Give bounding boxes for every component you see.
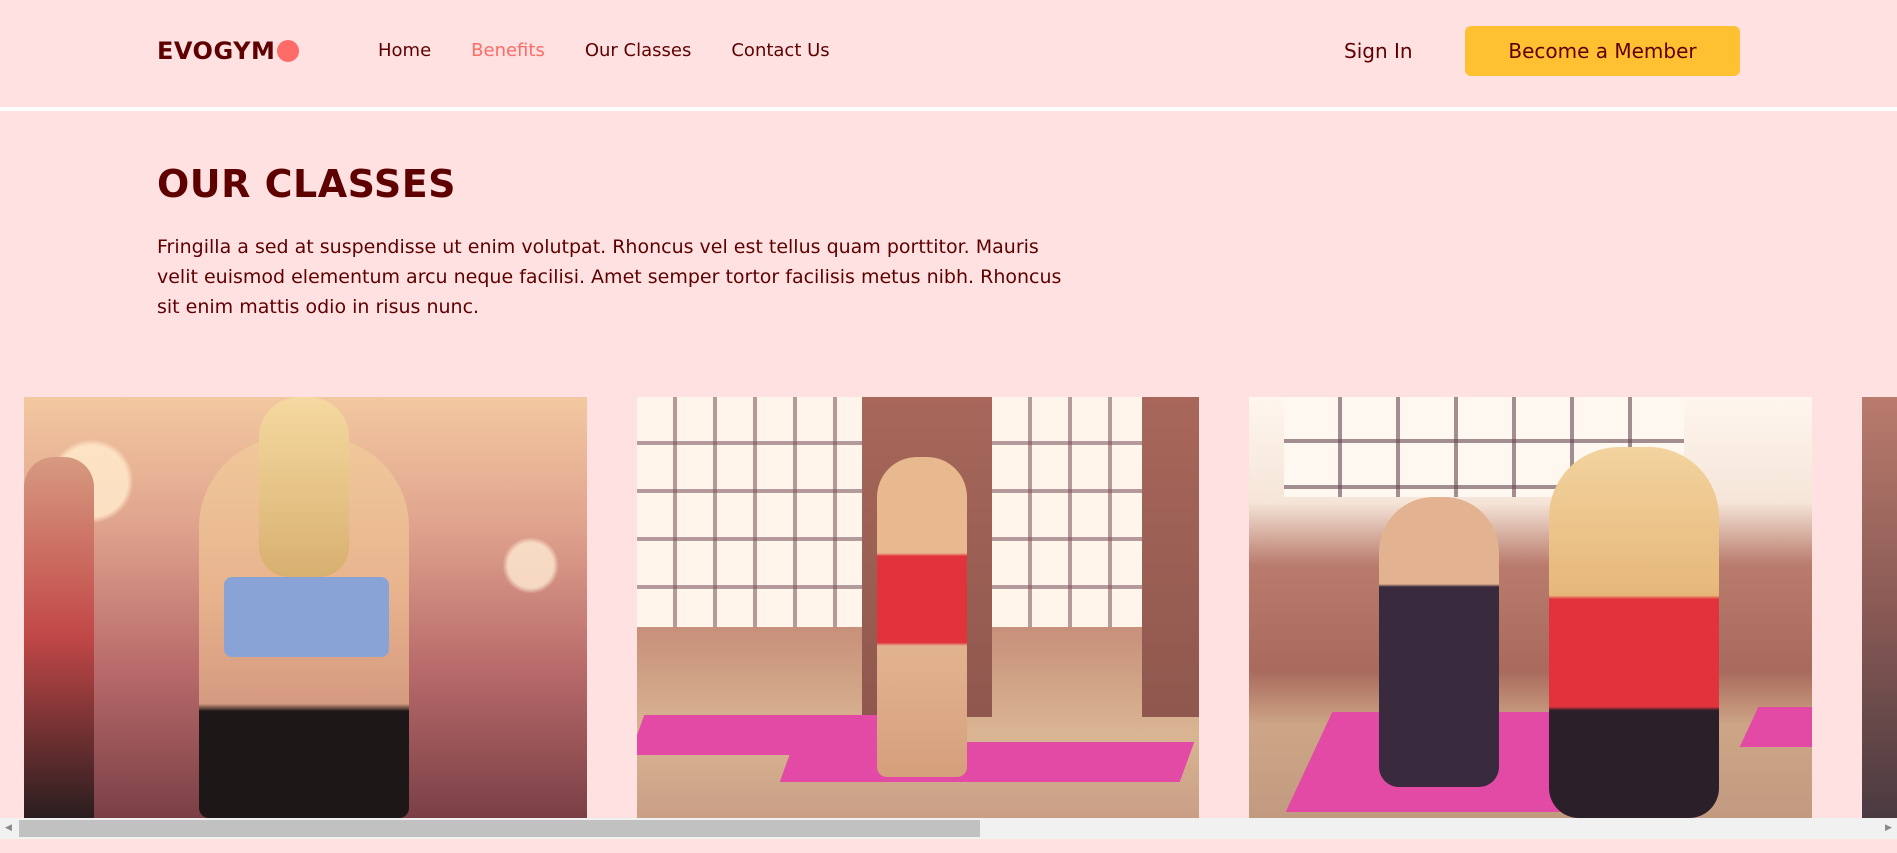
class-card[interactable] (1249, 397, 1812, 818)
class-card[interactable] (24, 397, 587, 818)
nav-link-contact-us[interactable]: Contact Us (731, 38, 829, 64)
section-title: OUR CLASSES (157, 162, 457, 206)
sign-in-link[interactable]: Sign In (1344, 37, 1413, 65)
nav-links: Home Benefits Our Classes Contact Us (378, 38, 870, 64)
class-gallery[interactable] (0, 397, 1897, 818)
scroll-left-icon[interactable]: ◀ (0, 818, 17, 839)
class-card[interactable] (637, 397, 1199, 818)
logo[interactable]: EVOGYM (157, 37, 300, 65)
class-photo (1249, 397, 1812, 818)
scrollbar-thumb[interactable] (19, 820, 980, 837)
nav-link-benefits[interactable]: Benefits (471, 38, 545, 64)
class-photo (24, 397, 587, 818)
become-member-button[interactable]: Become a Member (1465, 26, 1740, 76)
horizontal-scrollbar[interactable]: ◀ ▶ (0, 818, 1897, 839)
class-photo (637, 397, 1199, 818)
nav-link-home[interactable]: Home (378, 38, 431, 64)
navbar: EVOGYM Home Benefits Our Classes Contact… (0, 0, 1897, 111)
class-card[interactable] (1862, 397, 1897, 818)
nav-link-our-classes[interactable]: Our Classes (585, 38, 692, 64)
logo-text: EVOGYM (157, 37, 276, 65)
class-photo (1862, 397, 1897, 818)
section-description: Fringilla a sed at suspendisse ut enim v… (157, 236, 1062, 318)
scroll-right-icon[interactable]: ▶ (1880, 818, 1897, 839)
logo-dot-icon (277, 40, 300, 62)
